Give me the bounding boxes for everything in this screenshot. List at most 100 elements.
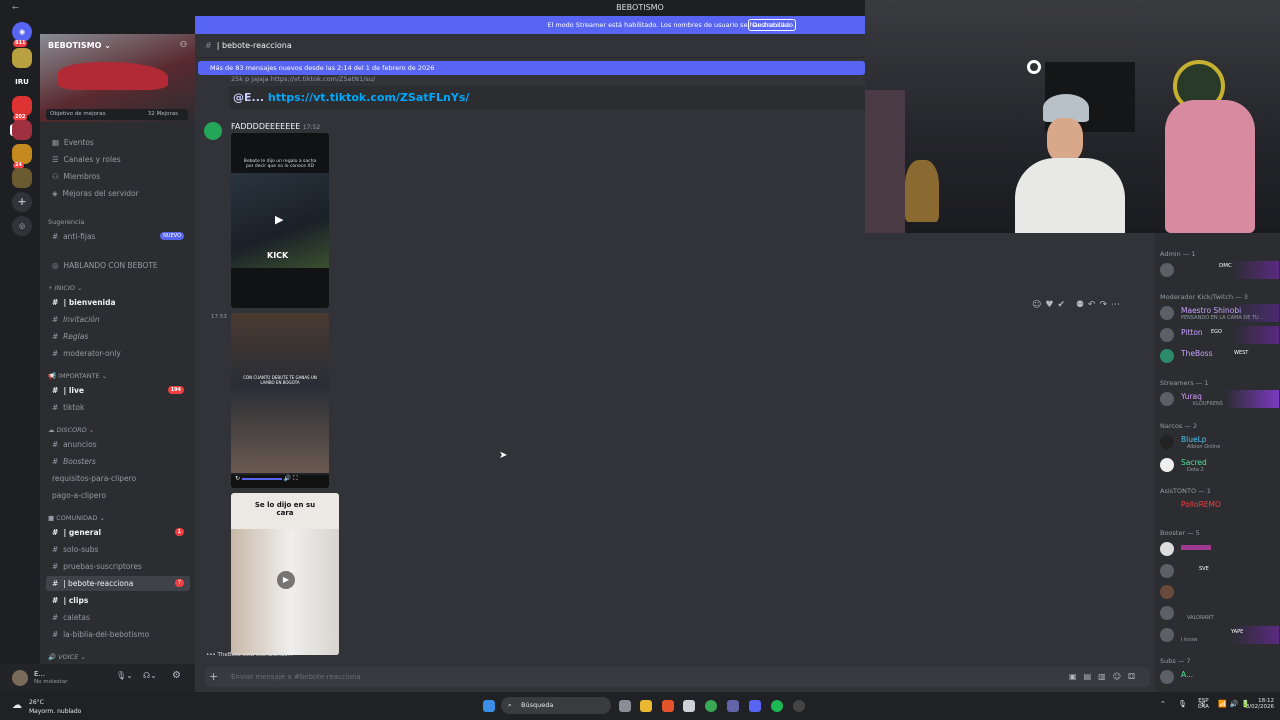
obs-icon[interactable] [793, 700, 805, 712]
channel-general[interactable]: # | general 1 [46, 525, 190, 540]
channel-sidebar: BEBOTISMO ⌄ ⚇ Objetivo de mejoras 32 Mejo… [40, 34, 195, 664]
message-author[interactable]: FADDDDEEEEEEE 17:52 [231, 122, 320, 131]
sidebar-item-events[interactable]: ▦ Eventos [46, 135, 190, 150]
message-input[interactable]: + Enviar mensaje a #bebote-reacciona ▣▤▥… [205, 667, 1150, 687]
server-icon[interactable]: 24 [12, 144, 32, 169]
channel-tiktok[interactable]: # tiktok [46, 400, 190, 415]
app-icon[interactable] [683, 700, 695, 712]
channel-pago[interactable]: pago-a-clipero [46, 488, 190, 503]
spotify-icon[interactable] [771, 700, 783, 712]
category-inicio[interactable]: ⚡ INICIO ⌄ [48, 284, 82, 292]
discord-icon[interactable] [749, 700, 761, 712]
channel-requisitos[interactable]: requisitos-para-clipero [46, 471, 190, 486]
explore-icon[interactable]: ◎ [12, 216, 32, 236]
sidebar-item-channels-roles[interactable]: ☰ Canales y roles [46, 152, 190, 167]
server-icon[interactable] [12, 168, 32, 188]
member-group-mods: Moderador Kick/Twitch — 3 [1160, 293, 1248, 301]
search-box[interactable]: ⌕ Búsqueda [501, 697, 611, 714]
link-embed[interactable]: @E... https://vt.tiktok.com/ZSatFLnYs/ [229, 86, 865, 109]
user-name: E... [34, 670, 46, 678]
video-attachment-3[interactable]: Se lo dijo en su cara ▶ [231, 493, 339, 655]
channel-invitacion[interactable]: # Invitación [46, 312, 190, 327]
channel-live[interactable]: # | live 194 [46, 383, 190, 398]
user-avatar[interactable] [12, 670, 28, 686]
channel-bebote-reacciona[interactable]: # | bebote-reacciona 7 [46, 576, 190, 591]
member-pollo[interactable]: PolloREMO [1159, 498, 1279, 516]
cursor: ➤ [499, 450, 508, 461]
category-voice[interactable]: 🔊 VOICE ⌄ [48, 653, 86, 661]
sidebar-item-members[interactable]: ⚇ Miembros [46, 169, 190, 184]
voice-hub[interactable]: ◎ HABLANDO CON BEBOTE [46, 258, 190, 273]
add-server-icon[interactable]: + [12, 192, 32, 212]
video-attachment-2[interactable]: CON CUANTO DEBUTE TE GANAS UN LAMBO EN B… [231, 313, 329, 488]
channel-solo-subs[interactable]: # solo-subs [46, 542, 190, 557]
member-booster[interactable]: SVE [1159, 562, 1279, 580]
new-messages-bar[interactable]: Más de 83 mensajes nuevos desde las 2:14… [198, 61, 865, 75]
composer-tools-icons[interactable]: ▣▤▥☺⚃ [1069, 667, 1142, 687]
channel-clips[interactable]: # | clips [46, 593, 190, 608]
video-caption: CON CUANTO DEBUTE TE GANAS UN LAMBO EN B… [243, 375, 317, 385]
clock[interactable]: 18:12 3/02/2026 [1244, 698, 1274, 710]
channel-anti-fijas[interactable]: # anti-fijas NUEVO [46, 229, 190, 244]
channel-caletas[interactable]: # caletas [46, 610, 190, 625]
channel-anuncios[interactable]: # anuncios [46, 437, 190, 452]
mic-icon[interactable]: 🎙⌄ [116, 671, 133, 680]
play-icon[interactable]: ▶ [277, 571, 295, 589]
member-group-booster: Booster — 5 [1160, 529, 1200, 537]
member-yuraq[interactable]: Yuraq KLOUFRENS [1159, 390, 1279, 408]
sidebar-item-boosts[interactable]: ◈ Mejoras del servidor [46, 186, 190, 201]
brave-icon[interactable] [662, 700, 674, 712]
disable-streamer-button[interactable]: Deshabilitar [748, 19, 796, 31]
attach-icon[interactable]: + [209, 667, 218, 687]
weather-icon[interactable]: ☁ [12, 700, 22, 711]
message-actions[interactable]: ☺♥✔ ⚉↶↷⋯ [1032, 300, 1124, 310]
category-comunidad[interactable]: ■ COMUNIDAD ⌄ [48, 514, 105, 522]
member-pitton[interactable]: Pitton EGO [1159, 326, 1279, 344]
member-booster[interactable]: YAPE I know [1159, 626, 1279, 644]
member-admin[interactable]: DMC [1159, 261, 1279, 279]
streamer-face [1047, 118, 1083, 162]
member-theboss[interactable]: TheBoss WEST [1159, 347, 1279, 365]
channel-boosters[interactable]: # Boosters [46, 454, 190, 469]
invite-icon[interactable]: ⚇ [180, 40, 187, 49]
video-controls[interactable]: ↻ 🔊 ⛶ [231, 475, 329, 488]
member-group-streamers: Streamers — 1 [1160, 379, 1209, 387]
server-name[interactable]: BEBOTISMO ⌄ [48, 41, 111, 50]
back-arrow-icon[interactable]: ← [12, 0, 19, 16]
lang-indicator[interactable]: ESP LAA [1198, 698, 1209, 710]
taskview-icon[interactable] [619, 700, 631, 712]
channel-moderator-only[interactable]: # moderator-only [46, 346, 190, 361]
server-icon-bebotismo[interactable] [12, 120, 32, 140]
server-icon[interactable] [12, 48, 32, 68]
play-icon[interactable]: ▶ [275, 213, 283, 226]
member-sacred[interactable]: Sacred Dota 2 [1159, 456, 1279, 474]
start-icon[interactable] [483, 700, 495, 712]
tiktok-link[interactable]: https://vt.tiktok.com/ZSatFLnYs/ [268, 91, 470, 104]
teams-icon[interactable] [727, 700, 739, 712]
server-icon-iru[interactable]: IRU [12, 72, 32, 92]
author-avatar[interactable] [204, 122, 222, 140]
member-bluelp[interactable]: BlueLp Albion Online [1159, 433, 1279, 451]
channel-reglas[interactable]: # Reglas [46, 329, 190, 344]
member-booster[interactable] [1159, 540, 1279, 558]
category-discord[interactable]: ☁ DISCORD ⌄ [48, 426, 94, 434]
gaming-chair [1165, 100, 1255, 233]
member-sub[interactable]: A... [1159, 668, 1279, 686]
headset-icon[interactable]: ☊⌄ [143, 671, 157, 680]
file-explorer-icon[interactable] [640, 700, 652, 712]
boost-goal-bar[interactable]: Objetivo de mejoras 32 Mejoras [46, 109, 188, 120]
channel-bienvenida[interactable]: # | bienvenida [46, 295, 190, 310]
channel-biblia[interactable]: # la-biblia-del-bebotismo [46, 627, 190, 642]
member-maestro[interactable]: Maestro Shinobi PENSANDO EN LA CAMA DE TU… [1159, 304, 1279, 322]
server-icon-discord-home[interactable]: ◉ 811 [12, 22, 32, 47]
member-booster[interactable] [1159, 583, 1279, 601]
member-booster[interactable]: VALORANT [1159, 604, 1279, 622]
mention-badge: 7 [174, 579, 184, 587]
settings-icon[interactable]: ⚙ [172, 670, 181, 681]
video-frame [231, 313, 329, 473]
chrome-icon[interactable] [705, 700, 717, 712]
server-icon[interactable]: 202 [12, 96, 32, 121]
category-importante[interactable]: 📢 IMPORTANTE ⌄ [48, 372, 107, 380]
video-attachment-1[interactable]: Bebote le dijo un regalo a sacha por dec… [231, 133, 329, 308]
channel-pruebas[interactable]: # pruebas-suscriptores [46, 559, 190, 574]
